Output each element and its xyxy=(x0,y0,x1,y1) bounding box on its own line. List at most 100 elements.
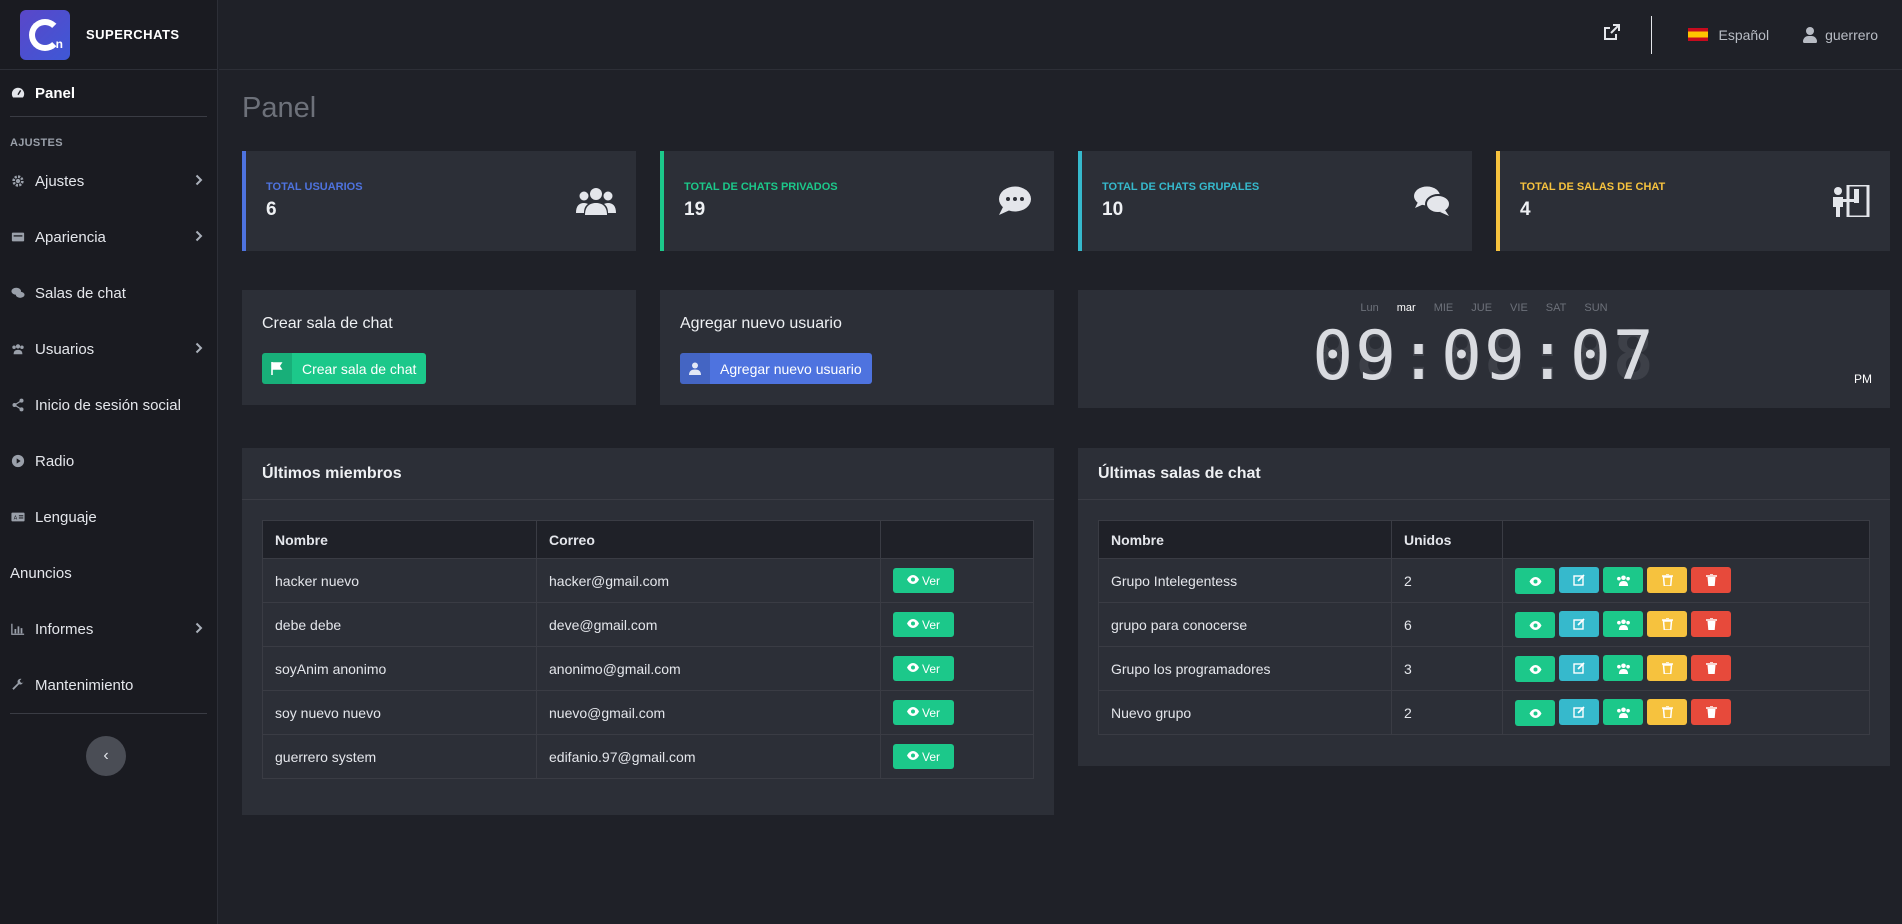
clear-room-button[interactable] xyxy=(1647,566,1687,593)
sidebar-item-radio[interactable]: Radio xyxy=(10,433,207,489)
clock-ampm: PM xyxy=(1854,372,1872,386)
view-member-button[interactable]: Ver xyxy=(893,612,954,637)
flag-icon xyxy=(262,353,292,384)
stat-label: TOTAL DE CHATS GRUPALES xyxy=(1102,181,1260,193)
chevron-right-icon xyxy=(195,341,203,357)
eye-icon xyxy=(906,618,919,631)
table-row: grupo para conocerse 6 xyxy=(1098,602,1870,647)
column-header-actions xyxy=(880,520,1034,559)
sidebar-item-label: Inicio de sesión social xyxy=(35,396,181,414)
stat-card: TOTAL DE CHATS GRUPALES 10 xyxy=(1078,151,1472,251)
delete-room-button[interactable] xyxy=(1691,698,1731,725)
clear-room-button[interactable] xyxy=(1647,610,1687,637)
sidebar-item-salas-de-chat[interactable]: Salas de chat xyxy=(10,265,207,321)
sidebar-item-apariencia[interactable]: Apariencia xyxy=(10,209,207,265)
sidebar-section-title: AJUSTES xyxy=(10,137,63,149)
wrench-icon xyxy=(10,678,26,692)
eye-icon xyxy=(1529,664,1542,674)
clock-day: SUN xyxy=(1584,302,1608,314)
chevron-right-icon xyxy=(195,229,203,245)
delete-room-button[interactable] xyxy=(1691,610,1731,637)
view-member-button[interactable]: Ver xyxy=(893,656,954,681)
chevron-left-icon: ‹ xyxy=(103,747,109,764)
add-user-title: Agregar nuevo usuario xyxy=(680,315,842,332)
column-header-name: Nombre xyxy=(1098,520,1392,559)
brand[interactable]: n SUPERCHATS xyxy=(0,0,217,70)
create-room-button[interactable]: Crear sala de chat xyxy=(262,353,427,384)
sidebar-divider xyxy=(10,713,207,714)
sidebar-item-label: Informes xyxy=(35,620,94,638)
edit-room-button[interactable] xyxy=(1559,566,1599,593)
table-row: soy nuevo nuevo nuevo@gmail.com Ver xyxy=(262,690,1034,735)
latest-rooms-title: Últimas salas de chat xyxy=(1078,448,1890,500)
sidebar-divider xyxy=(10,116,207,117)
external-link-icon[interactable] xyxy=(1603,23,1621,47)
view-room-button[interactable] xyxy=(1515,700,1555,727)
view-member-button[interactable]: Ver xyxy=(893,568,954,593)
room-joined: 3 xyxy=(1391,646,1503,691)
language-selector[interactable]: Español xyxy=(1688,27,1769,43)
sidebar-item-panel[interactable]: Panel xyxy=(10,70,207,116)
sidebar-item-label: Apariencia xyxy=(35,228,106,246)
sidebar-nav: Panel AJUSTES Ajustes Apariencia Salas de … xyxy=(0,70,217,714)
add-user-button[interactable]: Agregar nuevo usuario xyxy=(680,353,872,384)
topbar: Español guerrero xyxy=(219,0,1902,70)
view-member-button[interactable]: Ver xyxy=(893,744,954,769)
trash-outline-icon xyxy=(1661,705,1673,718)
trash-outline-icon xyxy=(1661,573,1673,586)
room-name: Grupo los programadores xyxy=(1098,646,1392,691)
view-room-button[interactable] xyxy=(1515,612,1555,639)
view-member-button[interactable]: Ver xyxy=(893,700,954,725)
trash-icon xyxy=(1705,705,1717,718)
chevron-right-icon xyxy=(195,173,203,189)
room-members-button[interactable] xyxy=(1603,655,1643,682)
delete-room-button[interactable] xyxy=(1691,566,1731,593)
eye-icon xyxy=(1529,620,1542,630)
view-room-button[interactable] xyxy=(1515,656,1555,683)
stat-label: TOTAL DE CHATS PRIVADOS xyxy=(684,181,838,193)
users-icon xyxy=(10,342,26,356)
edit-icon xyxy=(1573,618,1585,630)
users-icon xyxy=(1616,619,1631,630)
column-header-actions xyxy=(1502,520,1870,559)
comments-icon xyxy=(1412,185,1452,217)
users-icon xyxy=(1616,575,1631,586)
user-name: guerrero xyxy=(1825,26,1878,43)
sidebar-item-informes[interactable]: Informes xyxy=(10,601,207,657)
comment-icon xyxy=(994,185,1034,217)
table-row: debe debe deve@gmail.com Ver xyxy=(262,602,1034,647)
edit-room-button[interactable] xyxy=(1559,654,1599,681)
page-title: Panel xyxy=(242,92,317,124)
sidebar-item-label: Salas de chat xyxy=(35,284,126,302)
rooms-table: Nombre Unidos Grupo Intelegentess 2 grupo … xyxy=(1098,520,1870,735)
stat-value: 6 xyxy=(266,199,277,220)
room-name: Nuevo grupo xyxy=(1098,690,1392,735)
delete-room-button[interactable] xyxy=(1691,654,1731,681)
sidebar-item-usuarios[interactable]: Usuarios xyxy=(10,321,207,377)
edit-icon xyxy=(1573,574,1585,586)
sidebar-item-lenguaje[interactable]: A Lenguaje xyxy=(10,489,207,545)
member-name: debe debe xyxy=(262,602,537,647)
sidebar-item-anuncios[interactable]: Anuncios xyxy=(10,545,207,601)
room-name: grupo para conocerse xyxy=(1098,602,1392,647)
room-members-button[interactable] xyxy=(1603,611,1643,638)
sidebar-item-mantenimiento[interactable]: Mantenimiento xyxy=(10,657,207,713)
edit-room-button[interactable] xyxy=(1559,610,1599,637)
clear-room-button[interactable] xyxy=(1647,654,1687,681)
chart-icon xyxy=(10,622,26,636)
clear-room-button[interactable] xyxy=(1647,698,1687,725)
sidebar-item-inicio-de-sesi-n-social[interactable]: Inicio de sesión social xyxy=(10,377,207,433)
view-room-button[interactable] xyxy=(1515,568,1555,595)
member-name: soy nuevo nuevo xyxy=(262,690,537,735)
eye-icon xyxy=(1529,708,1542,718)
user-menu[interactable]: guerrero xyxy=(1803,26,1878,43)
sidebar-collapse-button[interactable]: ‹ xyxy=(86,736,126,776)
room-members-button[interactable] xyxy=(1603,567,1643,594)
member-name: guerrero system xyxy=(262,734,537,779)
clock-day: MIE xyxy=(1433,302,1454,314)
chevron-right-icon xyxy=(195,621,203,637)
room-members-button[interactable] xyxy=(1603,699,1643,726)
edit-room-button[interactable] xyxy=(1559,698,1599,725)
stat-label: TOTAL USUARIOS xyxy=(266,181,363,193)
sidebar-item-ajustes[interactable]: Ajustes xyxy=(10,153,207,209)
